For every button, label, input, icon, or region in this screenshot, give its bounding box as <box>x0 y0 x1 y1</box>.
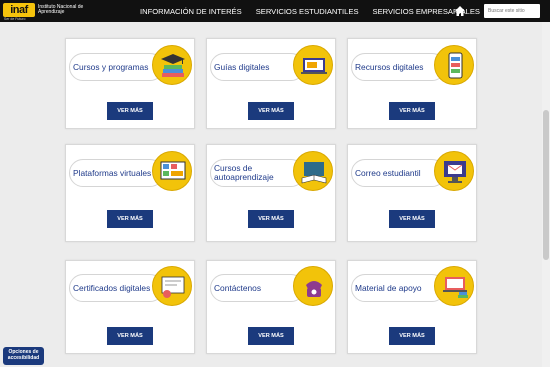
card-title: Certificados digitales <box>73 282 151 293</box>
logo-mark: inaf <box>3 3 35 17</box>
learning-board-icon <box>152 151 192 191</box>
nav-informacion[interactable]: INFORMACIÓN DE INTERÉS <box>140 7 242 16</box>
card-title: Recursos digitales <box>355 61 424 72</box>
card-correo-estudiantil: Correo estudiantil VER MÁS <box>347 144 477 242</box>
email-monitor-icon <box>434 151 474 191</box>
card-contactenos: Contáctenos VER MÁS <box>206 260 336 354</box>
open-book-icon <box>293 151 333 191</box>
main-nav: INFORMACIÓN DE INTERÉS SERVICIOS ESTUDIA… <box>140 0 494 22</box>
telephone-icon <box>293 266 333 306</box>
scrollbar-thumb[interactable] <box>543 110 549 260</box>
card-label-pill: Guías digitales <box>210 53 305 81</box>
card-guias-digitales: Guías digitales VER MÁS <box>206 38 336 129</box>
card-label-pill: Certificados digitales <box>69 274 164 302</box>
card-plataformas-virtuales: Plataformas virtuales VER MÁS <box>65 144 195 242</box>
card-material-apoyo: Material de apoyo VER MÁS <box>347 260 477 354</box>
card-label-pill: Cursos de autoaprendizaje <box>210 159 305 187</box>
laptop-folder-icon <box>293 45 333 85</box>
card-label-pill: Material de apoyo <box>351 274 446 302</box>
top-navigation-bar: inaf Instituto Nacional de Aprendizaje S… <box>0 0 550 22</box>
card-certificados-digitales: Certificados digitales VER MÁS <box>65 260 195 354</box>
ver-mas-button[interactable]: VER MÁS <box>107 102 153 120</box>
card-title: Cursos y programas <box>73 61 149 72</box>
ver-mas-button[interactable]: VER MÁS <box>107 210 153 228</box>
ver-mas-button[interactable]: VER MÁS <box>248 102 294 120</box>
nav-servicios-estudiantiles[interactable]: SERVICIOS ESTUDIANTILES <box>256 7 359 16</box>
card-title: Guías digitales <box>214 61 270 72</box>
card-title: Correo estudiantil <box>355 167 421 178</box>
scrollbar[interactable] <box>542 22 550 367</box>
ver-mas-button[interactable]: VER MÁS <box>248 210 294 228</box>
card-title: Contáctenos <box>214 282 262 293</box>
mobile-phone-icon <box>434 45 474 85</box>
card-title: Material de apoyo <box>355 282 422 293</box>
ver-mas-button[interactable]: VER MÁS <box>389 327 435 345</box>
laptop-books-icon <box>434 266 474 306</box>
card-recursos-digitales: Recursos digitales VER MÁS <box>347 38 477 129</box>
ver-mas-button[interactable]: VER MÁS <box>389 102 435 120</box>
ina-logo[interactable]: inaf Instituto Nacional de Aprendizaje <box>3 3 88 17</box>
card-title: Cursos de autoaprendizaje <box>214 163 274 182</box>
card-title: Plataformas virtuales <box>73 167 152 178</box>
logo-subtitle: Ser de Futuro <box>4 17 26 21</box>
card-label-pill: Correo estudiantil <box>351 159 446 187</box>
ver-mas-button[interactable]: VER MÁS <box>248 327 294 345</box>
card-cursos-programas: Cursos y programas VER MÁS <box>65 38 195 129</box>
accessibility-options-button[interactable]: Opciones de accesibilidad <box>3 347 44 365</box>
certificate-icon <box>152 266 192 306</box>
home-icon[interactable] <box>454 5 466 17</box>
logo-text: Instituto Nacional de Aprendizaje <box>38 3 84 15</box>
search-input[interactable] <box>484 4 540 18</box>
ver-mas-button[interactable]: VER MÁS <box>107 327 153 345</box>
graduation-books-icon <box>152 45 192 85</box>
card-label-pill: Plataformas virtuales <box>69 159 164 187</box>
ver-mas-button[interactable]: VER MÁS <box>389 210 435 228</box>
card-label-pill: Recursos digitales <box>351 53 446 81</box>
card-label-pill: Contáctenos <box>210 274 305 302</box>
card-label-pill: Cursos y programas <box>69 53 164 81</box>
card-cursos-autoaprendizaje: Cursos de autoaprendizaje VER MÁS <box>206 144 336 242</box>
